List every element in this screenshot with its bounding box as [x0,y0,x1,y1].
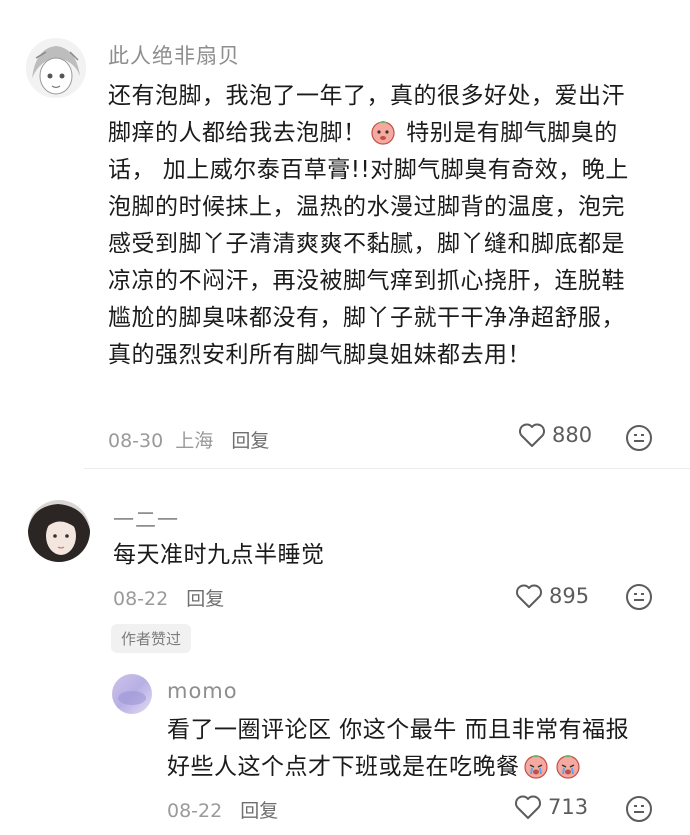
like-button[interactable]: 713 [514,794,588,820]
comment-text: 看了一圈评论区 你这个最牛 而且非常有福报好些人这个点才下班或是在吃晚餐 [167,712,647,786]
smiley-face-icon[interactable] [625,583,653,611]
username[interactable]: momo [167,679,238,703]
like-button[interactable]: 895 [515,583,589,609]
smiley-face-icon[interactable] [625,424,653,452]
smiley-face-icon[interactable] [625,795,653,823]
avatar-commenter-2[interactable] [28,500,90,562]
comment-text-part-2: 特别是有脚气脚臭的话， 加上威尔泰百草膏!!对脚气脚臭有奇效，晚上泡脚的时候抹上… [108,120,629,368]
crying-peach-emoji [523,755,548,779]
author-liked-badge: 作者赞过 [111,624,192,653]
reply-button[interactable]: 回复 [240,800,278,822]
like-count: 895 [549,584,590,608]
comment-meta: 08-22 回复 [113,584,224,611]
like-button[interactable]: 880 [518,422,592,448]
comment-divider [84,468,690,469]
comment-location: 上海 [175,430,214,452]
heart-outline-icon [519,423,545,447]
heart-outline-icon [515,795,541,819]
comment-date: 08-22 [113,588,169,610]
like-count: 713 [548,795,589,819]
heart-outline-icon [516,584,542,608]
username[interactable]: 此人绝非扇贝 [108,40,240,70]
comment-meta: 08-22 回复 [167,796,278,823]
comment-date: 08-22 [167,800,223,822]
comment-text: 还有泡脚，我泡了一年了，真的很多好处，爱出汗脚痒的人都给我去泡脚！ 特别是有脚气… [108,78,648,374]
comment-meta: 08-30 上海 回复 [108,426,269,453]
reply-button[interactable]: 回复 [186,588,224,610]
comment-text: 每天准时九点半睡觉 [113,542,325,568]
username[interactable]: 一二一 [113,504,179,534]
peach-character-emoji [370,121,395,145]
avatar-commenter-1[interactable] [26,38,86,98]
like-count: 880 [552,423,593,447]
avatar-commenter-3[interactable] [112,674,152,714]
comment-date: 08-30 [108,430,164,452]
reply-button[interactable]: 回复 [231,430,269,452]
crying-peach-emoji [555,755,580,779]
